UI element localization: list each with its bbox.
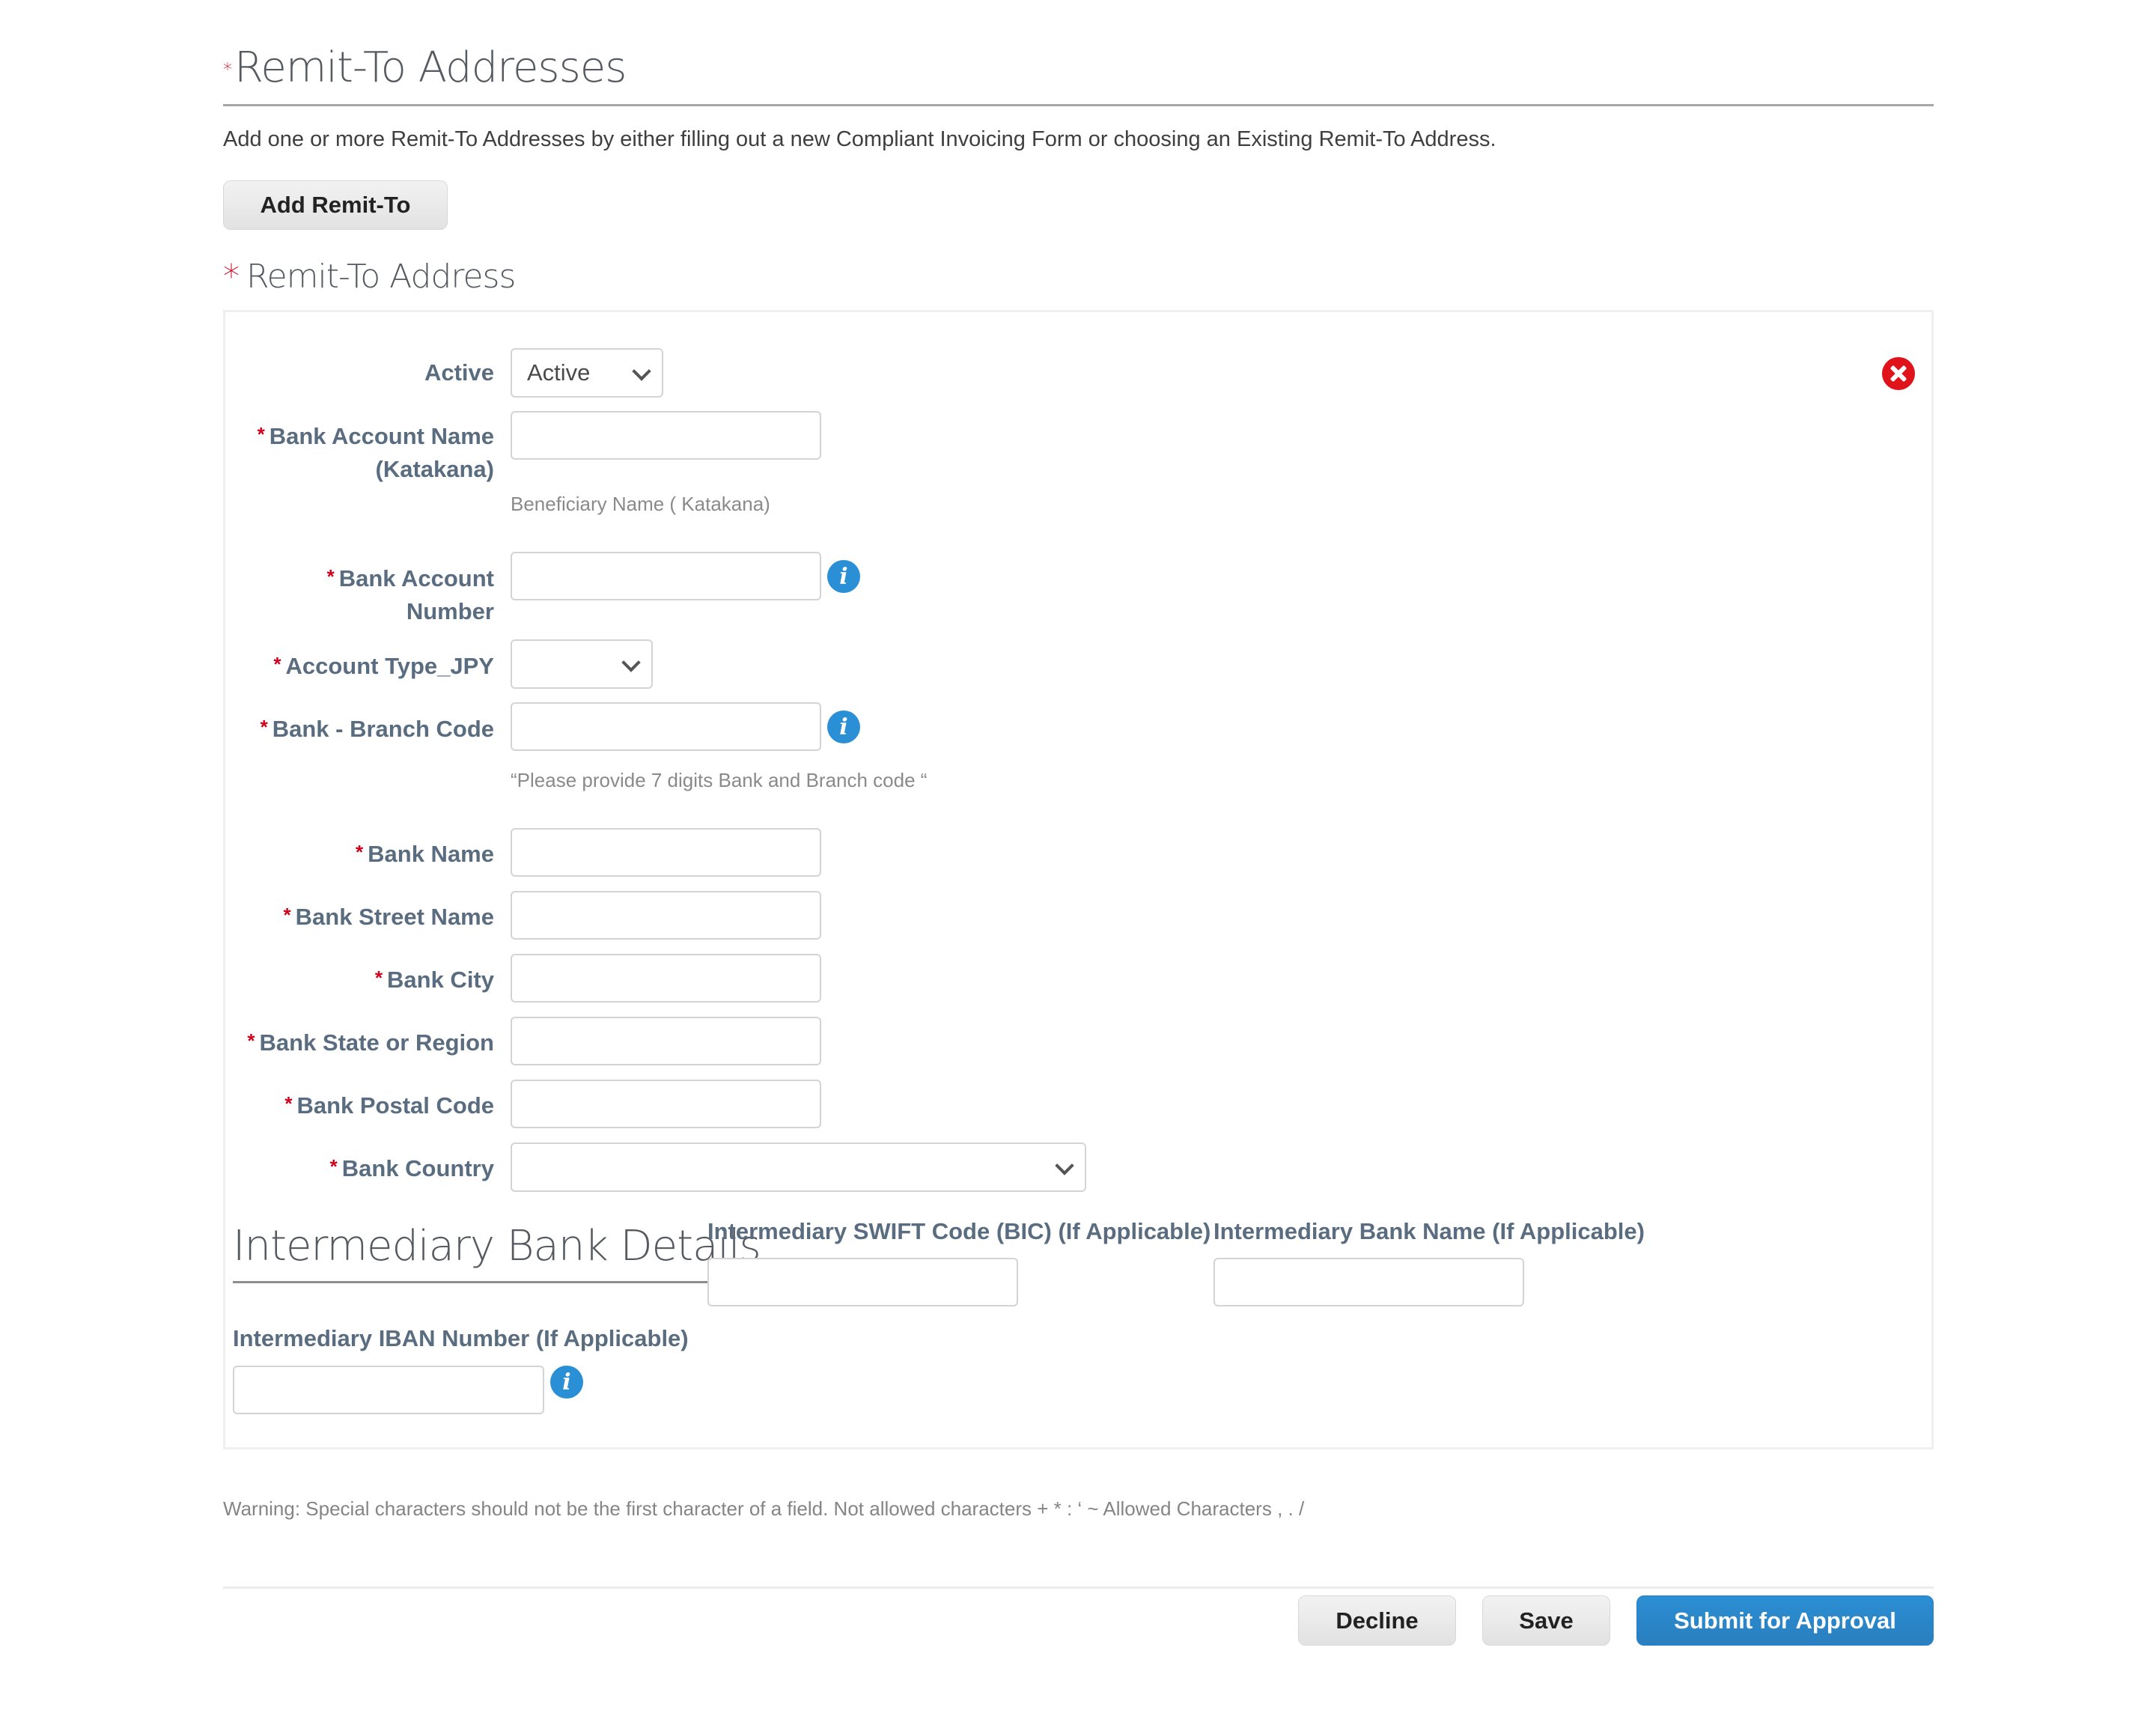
branch-code-label: * Bank - Branch Code <box>261 711 494 746</box>
chevron-down-icon <box>632 362 651 381</box>
active-select[interactable]: Active <box>511 348 663 398</box>
footer-divider <box>223 1586 1934 1589</box>
required-mark: * <box>273 653 281 675</box>
bank-city-label-text: Bank City <box>387 967 494 993</box>
account-type-select[interactable] <box>511 639 653 689</box>
required-mark: * <box>329 1155 338 1178</box>
bank-account-name-label-line2: (Katakana) <box>375 456 495 482</box>
address-title: * Remit-To Address <box>223 255 516 299</box>
account-type-label: * Account Type_JPY <box>273 648 494 683</box>
bank-account-number-input[interactable] <box>511 552 821 600</box>
chevron-down-icon <box>1055 1156 1074 1175</box>
account-type-label-text: Account Type_JPY <box>285 653 494 679</box>
info-icon[interactable]: i <box>550 1366 583 1399</box>
info-icon[interactable]: i <box>827 560 860 593</box>
bank-name-label-text: Bank Name <box>368 841 494 867</box>
required-mark: * <box>260 716 268 738</box>
branch-code-input[interactable] <box>511 702 821 751</box>
warning-text: Warning: Special characters should not b… <box>223 1497 1305 1520</box>
bank-state-label-text: Bank State or Region <box>259 1029 495 1056</box>
bank-country-label-text: Bank Country <box>341 1155 494 1181</box>
bank-account-number-label-line1: Bank Account <box>338 565 494 591</box>
required-mark: * <box>374 967 383 989</box>
bank-name-label: * Bank Name <box>356 836 494 871</box>
intermediary-swift-label: Intermediary SWIFT Code (BIC) (If Applic… <box>707 1218 1211 1244</box>
bank-postal-label: * Bank Postal Code <box>284 1087 494 1122</box>
chevron-down-icon <box>621 653 641 672</box>
bank-account-name-input[interactable] <box>511 411 821 460</box>
bank-state-label: * Bank State or Region <box>247 1024 494 1059</box>
bank-account-number-label-line2: Number <box>406 598 494 624</box>
required-mark: * <box>356 841 364 863</box>
required-mark: * <box>326 565 335 588</box>
section-title-divider <box>223 104 1934 106</box>
bank-street-label-text: Bank Street Name <box>295 904 494 930</box>
intermediary-swift-input[interactable] <box>707 1258 1018 1306</box>
decline-button[interactable]: Decline <box>1298 1595 1456 1646</box>
bank-postal-input[interactable] <box>511 1080 821 1128</box>
bank-city-input[interactable] <box>511 954 821 1002</box>
bank-account-name-label-line1: Bank Account Name <box>269 423 494 449</box>
info-icon[interactable]: i <box>827 711 860 743</box>
save-button[interactable]: Save <box>1482 1595 1610 1646</box>
required-mark: * <box>284 1092 293 1115</box>
intermediary-iban-label: Intermediary IBAN Number (If Applicable) <box>233 1325 689 1351</box>
required-mark: * <box>257 423 265 445</box>
intermediary-iban-input[interactable] <box>233 1366 544 1414</box>
required-mark: * <box>223 258 240 296</box>
bank-street-label: * Bank Street Name <box>284 898 494 934</box>
branch-code-label-text: Bank - Branch Code <box>272 716 494 742</box>
bank-country-label: * Bank Country <box>330 1150 494 1185</box>
bank-account-number-label: * Bank Account Number <box>327 560 494 628</box>
required-mark: * <box>223 59 232 80</box>
required-mark: * <box>247 1029 255 1052</box>
bank-postal-label-text: Bank Postal Code <box>296 1092 494 1119</box>
bank-account-name-label: * Bank Account Name (Katakana) <box>258 418 494 486</box>
intermediary-bank-name-label: Intermediary Bank Name (If Applicable) <box>1213 1218 1645 1244</box>
required-mark: * <box>283 904 291 926</box>
section-description: Add one or more Remit-To Addresses by ei… <box>223 127 1496 151</box>
branch-code-hint: “Please provide 7 digits Bank and Branch… <box>511 769 928 791</box>
address-title-text: Remit-To Address <box>246 258 516 296</box>
intermediary-title-divider <box>233 1281 707 1283</box>
intermediary-title: Intermediary Bank Details <box>233 1222 761 1271</box>
active-label-text: Active <box>424 359 494 386</box>
section-title: *Remit-To Addresses <box>223 42 627 96</box>
bank-country-select[interactable] <box>511 1142 1086 1192</box>
active-label: Active <box>424 356 494 389</box>
add-remit-to-button[interactable]: Add Remit-To <box>223 180 448 230</box>
bank-name-input[interactable] <box>511 828 821 877</box>
bank-street-input[interactable] <box>511 891 821 940</box>
bank-account-name-hint: Beneficiary Name ( Katakana) <box>511 493 770 515</box>
bank-state-input[interactable] <box>511 1017 821 1065</box>
submit-for-approval-button[interactable]: Submit for Approval <box>1636 1595 1934 1646</box>
intermediary-bank-name-input[interactable] <box>1213 1258 1524 1306</box>
section-title-text: Remit-To Addresses <box>234 43 627 92</box>
bank-city-label: * Bank City <box>375 961 494 997</box>
active-select-value: Active <box>527 359 591 386</box>
close-circle-icon[interactable] <box>1882 357 1915 390</box>
